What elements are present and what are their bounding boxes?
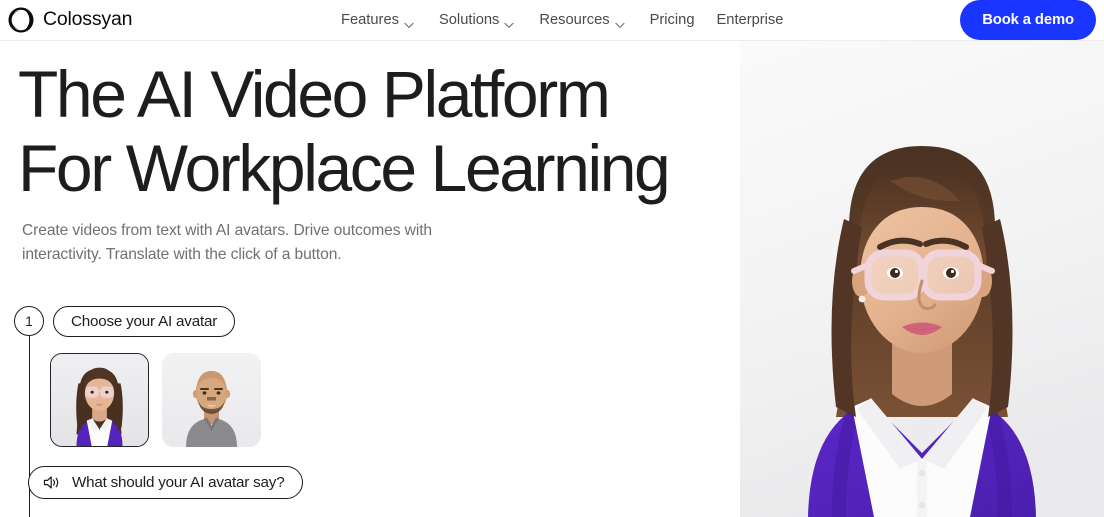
nav-item-pricing[interactable]: Pricing (649, 11, 695, 28)
nav-label: Features (341, 11, 399, 28)
book-a-demo-button[interactable]: Book a demo (960, 0, 1096, 40)
headline-line-2: For Workplace Learning (18, 131, 671, 205)
nav-label: Resources (539, 11, 610, 28)
hero-section: The AI Video Platform For Workplace Lear… (0, 41, 1104, 517)
nav-item-features[interactable]: Features (341, 11, 426, 28)
nav-item-enterprise[interactable]: Enterprise (716, 11, 784, 28)
chevron-down-icon (504, 18, 514, 28)
chevron-down-icon (404, 18, 414, 28)
nav-label: Pricing (649, 11, 695, 28)
brand-name: Colossyan (43, 8, 133, 31)
headline-line-1: The AI Video Platform (18, 57, 611, 131)
nav-item-resources[interactable]: Resources (539, 11, 636, 28)
say-prompt-label: What should your AI avatar say? (72, 474, 285, 491)
main-navigation: Features Solutions Resources Pricing Ent… (341, 11, 805, 28)
chevron-down-icon (615, 18, 625, 28)
avatar-builder-widget: 1 Choose your AI avatar What should your… (14, 305, 434, 517)
site-header: Colossyan Features Solutions Resources P… (0, 0, 1104, 41)
nav-item-solutions[interactable]: Solutions (438, 11, 526, 28)
avatar-script-input[interactable]: What should your AI avatar say? (28, 466, 304, 499)
subhead-line-1: Create videos from text with AI avatars.… (22, 222, 401, 239)
page-title: The AI Video Platform For Workplace Lear… (18, 57, 738, 205)
avatar-option-man[interactable] (162, 353, 261, 447)
hero-avatar-image (740, 41, 1104, 517)
builder-step-1-row: 1 Choose your AI avatar (14, 305, 434, 337)
brand-logo-link[interactable]: Colossyan (8, 7, 132, 33)
avatar-option-woman[interactable] (50, 353, 149, 447)
say-prompt-row: What should your AI avatar say? (28, 466, 304, 499)
choose-avatar-pill[interactable]: Choose your AI avatar (53, 305, 236, 337)
nav-label: Enterprise (716, 11, 784, 28)
nav-label: Solutions (438, 11, 500, 28)
hero-left-column: The AI Video Platform For Workplace Lear… (0, 41, 740, 517)
speaker-volume-icon (43, 475, 60, 490)
hero-subheading: Create videos from text with AI avatars.… (22, 219, 452, 267)
avatar-thumbnail-list (50, 353, 434, 447)
colossyan-crescent-logo-icon (8, 7, 34, 33)
step-number-badge: 1 (14, 306, 44, 336)
